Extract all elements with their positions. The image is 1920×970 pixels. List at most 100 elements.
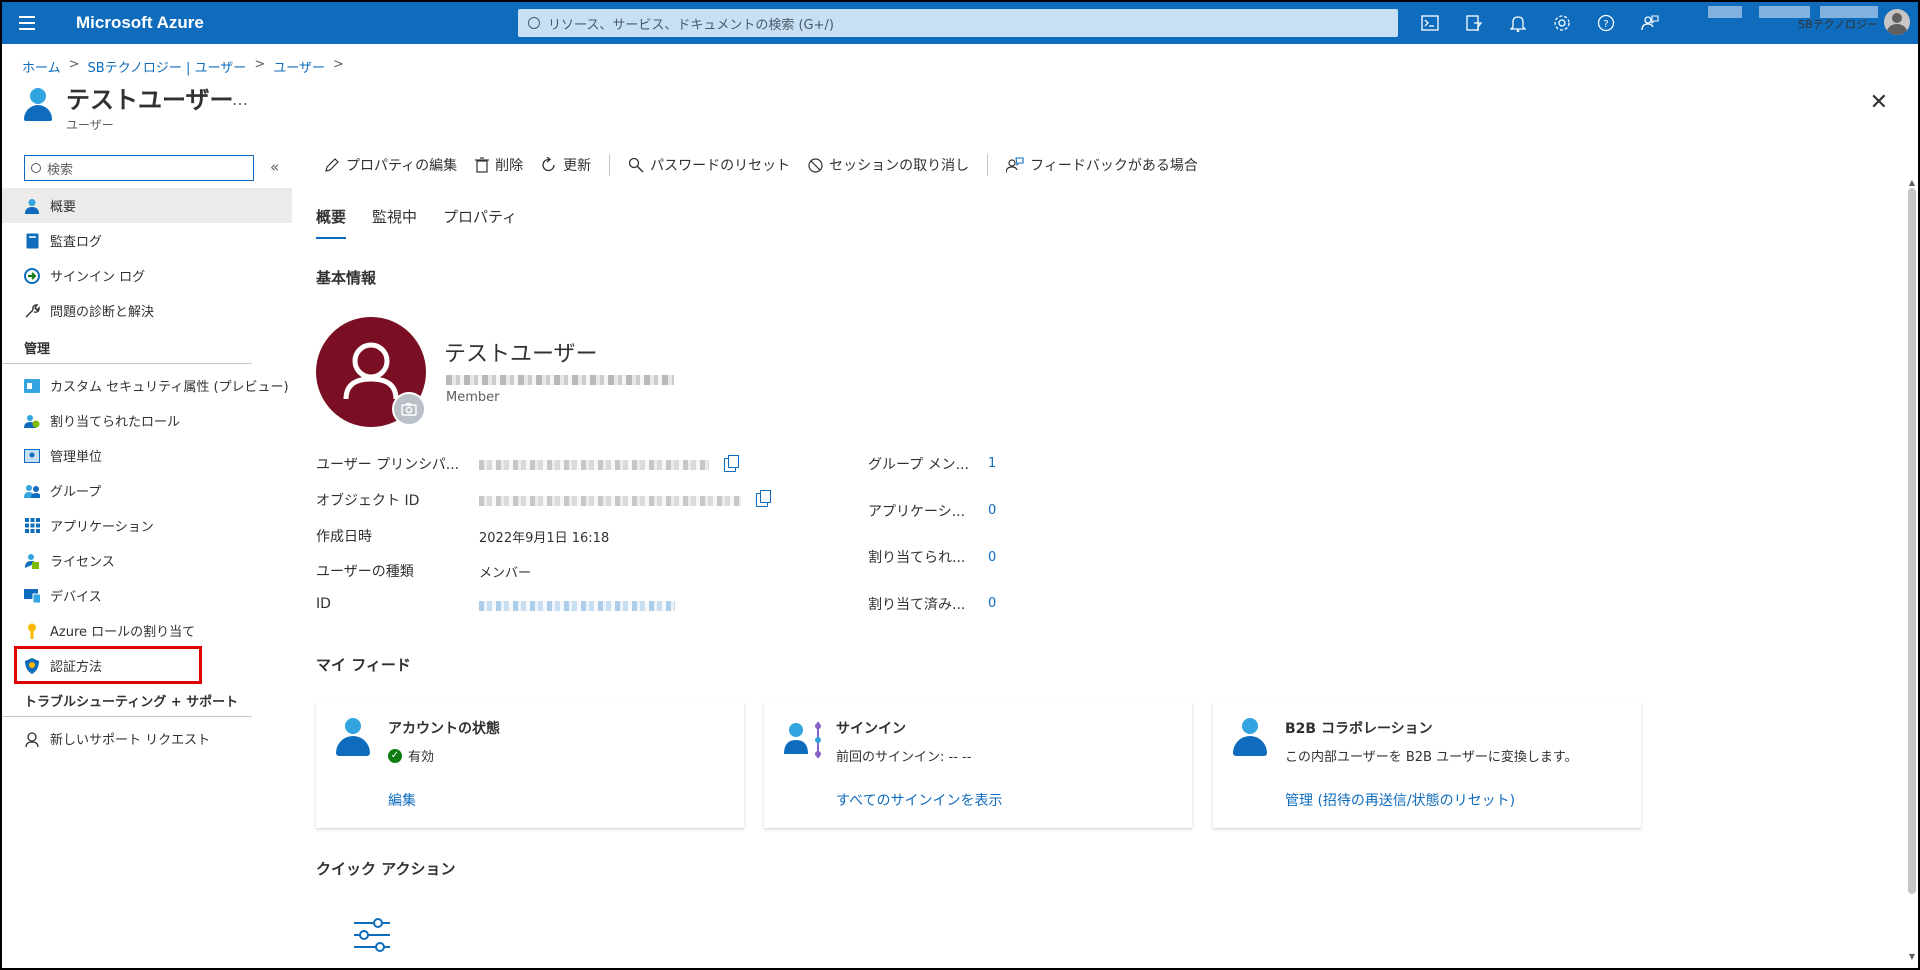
directory-filter-icon[interactable]: [1464, 13, 1484, 33]
object-id-value-redacted: [479, 496, 741, 506]
tab-overview[interactable]: 概要: [316, 206, 347, 239]
sidebar-item-label: 概要: [50, 200, 77, 215]
sidebar-item-licenses[interactable]: ライセンス: [2, 543, 292, 578]
help-icon[interactable]: ?: [1596, 13, 1616, 33]
apps-grid-icon: [24, 518, 40, 534]
pencil-icon: [325, 158, 339, 172]
card-description: ✓ 有効: [388, 746, 434, 765]
gear-icon[interactable]: [1552, 13, 1572, 33]
sidebar-item-label: サインイン ログ: [50, 270, 146, 285]
count-label-assigned-licenses: 割り当て済み...: [868, 597, 966, 613]
edit-properties-button[interactable]: プロパティの編集: [324, 155, 457, 175]
count-value-applications[interactable]: 0: [988, 503, 996, 518]
edit-account-status-link[interactable]: 編集: [388, 790, 416, 810]
reset-password-label: パスワードのリセット: [650, 158, 791, 174]
sidebar-search-input[interactable]: 検索: [24, 155, 254, 181]
avatar[interactable]: [1884, 9, 1910, 35]
sidebar-item-devices[interactable]: デバイス: [2, 578, 292, 613]
breadcrumb-tenant-users[interactable]: SBテクノロジー | ユーザー: [88, 57, 247, 76]
field-value-user-type: メンバー: [479, 566, 532, 581]
camera-icon[interactable]: [392, 392, 426, 426]
revoke-sessions-button[interactable]: セッションの取り消し: [808, 155, 969, 175]
revoke-sessions-label: セッションの取り消し: [829, 158, 970, 174]
refresh-label: 更新: [563, 158, 592, 174]
sidebar-item-applications[interactable]: アプリケーション: [2, 508, 292, 543]
feedback-button[interactable]: フィードバックがある場合: [1006, 155, 1198, 175]
field-label-upn: ユーザー プリンシパ...: [316, 457, 460, 473]
block-icon: [808, 157, 823, 173]
sign-in-log-icon: [24, 267, 40, 284]
sidebar-item-audit-log[interactable]: 監査ログ: [2, 223, 292, 258]
hamburger-menu-icon[interactable]: [2, 2, 52, 44]
user-display-name: テストユーザー: [444, 342, 598, 367]
toolbar-divider: [987, 154, 989, 176]
brand-title[interactable]: Microsoft Azure: [76, 13, 456, 33]
sidebar-item-groups[interactable]: グループ: [2, 473, 292, 508]
breadcrumb-users[interactable]: ユーザー: [273, 57, 325, 76]
sidebar-item-label: 監査ログ: [50, 235, 103, 250]
sidebar-item-overview[interactable]: 概要: [2, 188, 292, 223]
scroll-down-arrow-icon[interactable]: ▼: [1908, 952, 1916, 961]
sidebar-item-assigned-roles[interactable]: 割り当てられたロール: [2, 403, 292, 438]
vertical-scrollbar[interactable]: [1908, 188, 1916, 894]
count-value-groups[interactable]: 1: [988, 456, 996, 471]
user-type-label: Member: [446, 390, 500, 405]
id-value-redacted[interactable]: [479, 601, 675, 611]
sidebar-item-admin-units[interactable]: 管理単位: [2, 438, 292, 473]
close-icon[interactable]: ✕: [1870, 90, 1888, 115]
highlight-box: [14, 646, 202, 684]
my-feed-heading: マイ フィード: [316, 656, 411, 674]
sidebar-item-sign-in-log[interactable]: サインイン ログ: [2, 258, 292, 293]
breadcrumb-home[interactable]: ホーム: [22, 57, 61, 76]
refresh-button[interactable]: 更新: [541, 155, 591, 175]
trash-icon: [475, 157, 490, 173]
sidebar-item-diagnose[interactable]: 問題の診断と解決: [2, 293, 292, 328]
count-label-assigned-roles: 割り当てられ...: [868, 550, 966, 566]
tab-properties[interactable]: プロパティ: [443, 206, 517, 239]
license-icon: [24, 553, 40, 569]
audit-log-icon: [24, 233, 40, 249]
sidebar-item-label: 管理単位: [50, 450, 103, 465]
tab-monitoring[interactable]: 監視中: [372, 206, 417, 239]
sidebar-item-azure-role-assignments[interactable]: Azure ロールの割り当て: [2, 613, 292, 648]
copy-icon[interactable]: [756, 490, 771, 507]
feedback-icon: [1006, 156, 1024, 173]
field-label-user-type: ユーザーの種類: [316, 564, 414, 580]
account-info[interactable]: SBテクノロジー: [1708, 6, 1878, 32]
collapse-sidebar-icon[interactable]: «: [270, 158, 279, 176]
delete-button[interactable]: 削除: [475, 155, 523, 175]
upn-value-redacted: [479, 460, 709, 470]
count-value-assigned-roles[interactable]: 0: [988, 550, 996, 565]
delete-label: 削除: [495, 158, 524, 174]
card-title: アカウントの状態: [388, 721, 500, 737]
key-search-icon: [629, 157, 644, 173]
page-header: テストユーザー ユーザー: [22, 86, 234, 133]
breadcrumb-separator: >: [68, 57, 80, 72]
last-sign-in: 前回のサインイン: -- --: [836, 750, 972, 765]
user-principal-redacted: [446, 375, 674, 385]
more-options-icon[interactable]: …: [232, 90, 249, 109]
sidebar-item-label: 新しいサポート リクエスト: [50, 733, 211, 748]
sidebar-item-authentication-methods[interactable]: 認証方法: [2, 646, 292, 684]
feedback-icon[interactable]: [1640, 13, 1660, 33]
section-heading-support: トラブルシューティング + サポート: [2, 683, 252, 717]
copy-icon[interactable]: [724, 455, 739, 472]
top-icons: ?: [1420, 2, 1660, 44]
scroll-up-arrow-icon[interactable]: ▲: [1908, 178, 1916, 187]
sliders-icon[interactable]: [352, 917, 392, 953]
cloud-shell-icon[interactable]: [1420, 13, 1440, 33]
bell-icon[interactable]: [1508, 13, 1528, 33]
support-person-icon: [24, 731, 40, 747]
global-search-input[interactable]: リソース、サービス、ドキュメントの検索 (G+/): [518, 9, 1398, 37]
sidebar-item-new-support-request[interactable]: 新しいサポート リクエスト: [2, 721, 292, 756]
reset-password-button[interactable]: パスワードのリセット: [628, 155, 790, 175]
wrench-icon: [24, 303, 40, 319]
manage-b2b-link[interactable]: 管理 (招待の再送信/状態のリセット): [1285, 790, 1515, 810]
section-heading-manage: 管理: [2, 328, 252, 364]
quick-actions-heading: クイック アクション: [316, 860, 456, 878]
count-value-assigned-licenses[interactable]: 0: [988, 596, 996, 611]
view-all-sign-ins-link[interactable]: すべてのサインインを表示: [836, 790, 1002, 810]
sidebar-item-custom-attributes[interactable]: カスタム セキュリティ属性 (プレビュー): [2, 368, 292, 403]
field-label-id: ID: [316, 596, 331, 612]
edit-properties-label: プロパティの編集: [346, 158, 458, 174]
